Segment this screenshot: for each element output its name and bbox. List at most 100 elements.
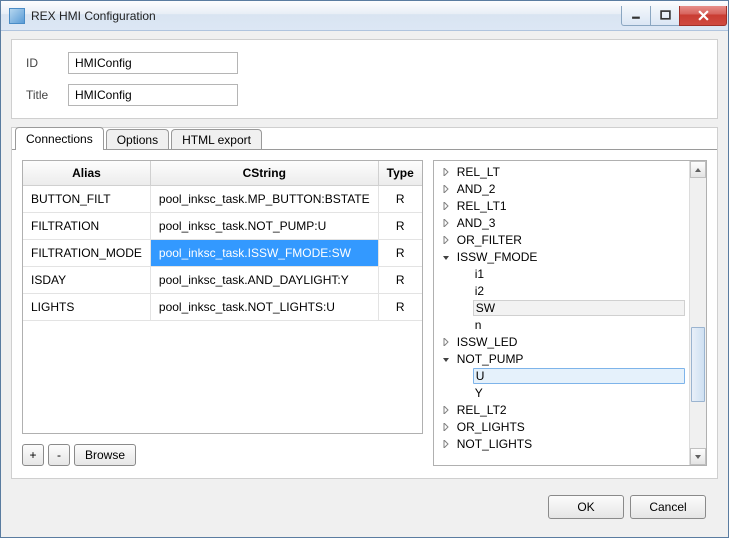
window: REX HMI Configuration ID Title [0,0,729,538]
scrollbar[interactable] [689,161,706,465]
chevron-down-icon[interactable] [440,353,452,365]
tree-item[interactable]: REL_LT2 [434,401,689,418]
tree-item[interactable]: Y [434,384,689,401]
chevron-right-icon[interactable] [440,217,452,229]
tree-spacer [458,285,470,297]
title-input[interactable] [68,84,238,106]
tree-item[interactable]: REL_LT1 [434,197,689,214]
tab-connections[interactable]: Connections [15,127,104,150]
cell-cstring[interactable]: pool_inksc_task.ISSW_FMODE:SW [150,240,378,267]
cancel-button[interactable]: Cancel [630,495,706,519]
cell-type[interactable]: R [378,267,422,294]
add-button[interactable]: + [22,444,44,466]
cell-alias[interactable]: ISDAY [23,267,150,294]
tree-item[interactable]: OR_LIGHTS [434,418,689,435]
window-title: REX HMI Configuration [31,9,622,23]
tree-item-label: REL_LT2 [455,403,509,417]
cell-type[interactable]: R [378,294,422,321]
tree-item-label: i1 [473,267,486,281]
footer: OK Cancel [11,487,718,529]
chevron-right-icon[interactable] [440,234,452,246]
cell-cstring[interactable]: pool_inksc_task.AND_DAYLIGHT:Y [150,267,378,294]
tree-item-label: i2 [473,284,486,298]
tree-item-label: OR_LIGHTS [455,420,527,434]
cell-alias[interactable]: FILTRATION [23,213,150,240]
remove-button[interactable]: - [48,444,70,466]
tree-item-label: Y [473,386,485,400]
cell-type[interactable]: R [378,186,422,213]
browse-button[interactable]: Browse [74,444,136,466]
tree-item-label: AND_2 [455,182,498,196]
tree-item-label: OR_FILTER [455,233,524,247]
chevron-right-icon[interactable] [440,421,452,433]
top-form: ID Title [11,39,718,119]
close-button[interactable] [679,6,727,26]
tree-item[interactable]: AND_2 [434,180,689,197]
tree-item[interactable]: U [434,367,689,384]
scroll-down-button[interactable] [690,448,706,465]
tree-item[interactable]: AND_3 [434,214,689,231]
chevron-right-icon[interactable] [440,438,452,450]
table-row[interactable]: BUTTON_FILTpool_inksc_task.MP_BUTTON:BST… [23,186,422,213]
tabs: ConnectionsOptionsHTML export [15,127,717,150]
col-type[interactable]: Type [378,161,422,186]
maximize-button[interactable] [650,6,680,26]
cell-type[interactable]: R [378,240,422,267]
tree[interactable]: REL_LT AND_2 REL_LT1AND_3 OR_FILTER ISSW_FMO… [434,161,689,465]
tree-item[interactable]: ISSW_FMODE [434,248,689,265]
cell-cstring[interactable]: pool_inksc_task.MP_BUTTON:BSTATE [150,186,378,213]
cell-alias[interactable]: FILTRATION_MODE [23,240,150,267]
tree-item[interactable]: NOT_LIGHTS [434,435,689,452]
table-row[interactable]: FILTRATION_MODEpool_inksc_task.ISSW_FMOD… [23,240,422,267]
tab-content: Alias CString Type BUTTON_FILTpool_inksc… [12,150,717,478]
scroll-thumb[interactable] [691,327,705,403]
tree-item[interactable]: ISSW_LED [434,333,689,350]
tree-spacer [458,370,470,382]
tree-item[interactable]: REL_LT [434,163,689,180]
tree-item-label: ISSW_FMODE [455,250,540,264]
chevron-right-icon[interactable] [440,166,452,178]
tab-options[interactable]: Options [106,129,169,150]
scroll-track[interactable] [690,178,706,448]
minimize-button[interactable] [621,6,651,26]
chevron-right-icon[interactable] [440,183,452,195]
tree-item-label: U [473,368,685,384]
titlebar: REX HMI Configuration [1,1,728,31]
tree-spacer [458,387,470,399]
cell-cstring[interactable]: pool_inksc_task.NOT_PUMP:U [150,213,378,240]
table-row[interactable]: ISDAYpool_inksc_task.AND_DAYLIGHT:YR [23,267,422,294]
tree-item[interactable]: n [434,316,689,333]
tree-item-label: REL_LT1 [455,199,509,213]
connections-grid[interactable]: Alias CString Type BUTTON_FILTpool_inksc… [22,160,423,434]
chevron-right-icon[interactable] [440,336,452,348]
id-label: ID [26,56,68,70]
chevron-down-icon[interactable] [440,251,452,263]
tree-item[interactable]: OR_FILTER [434,231,689,248]
table-row[interactable]: FILTRATIONpool_inksc_task.NOT_PUMP:UR [23,213,422,240]
cell-alias[interactable]: BUTTON_FILT [23,186,150,213]
title-label: Title [26,88,68,102]
tree-item[interactable]: SW [434,299,689,316]
chevron-right-icon[interactable] [440,200,452,212]
tree-item[interactable]: i1 [434,265,689,282]
cell-type[interactable]: R [378,213,422,240]
window-controls [622,6,727,26]
tab-html-export[interactable]: HTML export [171,129,262,150]
cell-cstring[interactable]: pool_inksc_task.NOT_LIGHTS:U [150,294,378,321]
tree-item[interactable]: NOT_PUMP [434,350,689,367]
main-panel: ConnectionsOptionsHTML export Alias CStr… [11,127,718,479]
tree-spacer [458,319,470,331]
chevron-right-icon[interactable] [440,404,452,416]
col-alias[interactable]: Alias [23,161,150,186]
content-area: ID Title ConnectionsOptionsHTML export [1,31,728,537]
tree-item[interactable]: i2 [434,282,689,299]
col-cstring[interactable]: CString [150,161,378,186]
ok-button[interactable]: OK [548,495,624,519]
id-input[interactable] [68,52,238,74]
table-row[interactable]: LIGHTSpool_inksc_task.NOT_LIGHTS:UR [23,294,422,321]
tree-spacer [458,268,470,280]
scroll-up-button[interactable] [690,161,706,178]
cell-alias[interactable]: LIGHTS [23,294,150,321]
grid-buttons: + - Browse [22,444,423,466]
tree-item-label: REL_LT [455,165,502,179]
